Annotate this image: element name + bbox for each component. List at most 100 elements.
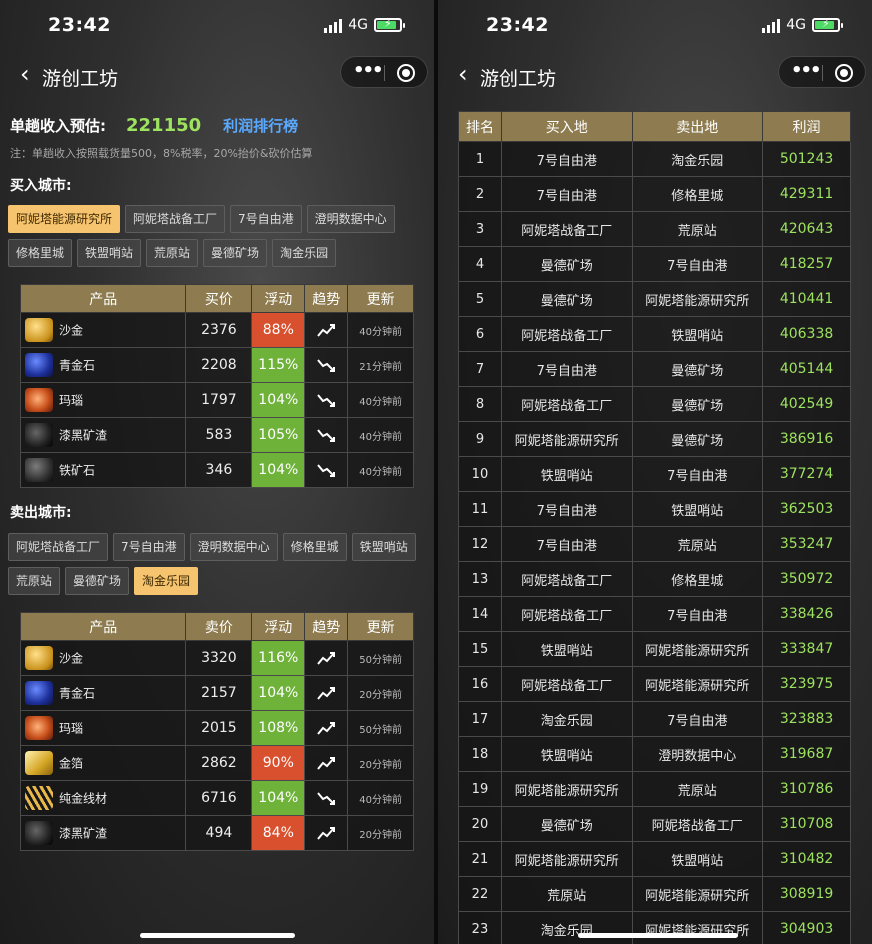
table-row[interactable]: 12 7号自由港 荒原站 353247 [458,526,851,562]
table-row[interactable]: 8 阿妮塔战备工厂 曼德矿场 402549 [458,386,851,422]
product-cell: 漆黑矿渣 [19,815,187,851]
iron-ore-icon [25,458,53,482]
home-indicator[interactable] [578,933,738,938]
nav-bar-right: ‹ 游创工坊 ••• [438,56,872,100]
sell-column-header: 产品 [19,612,187,641]
sell-location-cell: 淘金乐园 [631,141,764,177]
sell-city-chip[interactable]: 澄明数据中心 [189,533,278,561]
sell-column-header: 卖价 [185,612,253,641]
price-cell: 2862 [185,745,253,781]
float-cell: 90% [251,745,306,781]
table-row[interactable]: 21 阿妮塔能源研究所 铁盟哨站 310482 [458,841,851,877]
buy-location-cell: 淘金乐园 [500,911,633,944]
more-dots-icon[interactable]: ••• [353,60,383,81]
table-row[interactable]: 5 曼德矿场 阿妮塔能源研究所 410441 [458,281,851,317]
gold-leaf-icon [25,751,53,775]
float-cell: 104% [251,675,306,711]
table-row[interactable]: 20 曼德矿场 阿妮塔战备工厂 310708 [458,806,851,842]
buy-city-chip[interactable]: 淘金乐园 [272,239,337,267]
sell-city-chip[interactable]: 7号自由港 [113,533,185,561]
sell-city-chip[interactable]: 荒原站 [8,567,61,595]
product-name: 青金石 [59,358,96,373]
product-cell: 玛瑙 [19,382,187,418]
sell-location-cell: 阿妮塔战备工厂 [631,806,764,842]
buy-city-chip[interactable]: 澄明数据中心 [306,205,395,233]
table-row[interactable]: 15 铁盟哨站 阿妮塔能源研究所 333847 [458,631,851,667]
table-row[interactable]: 14 阿妮塔战备工厂 7号自由港 338426 [458,596,851,632]
trend-down-icon [305,355,347,375]
buy-city-chips: 阿妮塔能源研究所 阿妮塔战备工厂 7号自由港 澄明数据中心修格里城 铁盟哨站 荒原站 曼德矿… [8,205,428,267]
trend-up-icon [305,683,347,703]
sell-city-chip[interactable]: 修格里城 [282,533,347,561]
back-chevron-icon-right[interactable]: ‹ [458,60,468,88]
buy-location-cell: 曼德矿场 [500,246,633,282]
rank-cell: 8 [458,386,502,422]
status-bar: 23:42 4G ⚡ [0,0,434,52]
buy-location-cell: 铁盟哨站 [500,631,633,667]
sell-location-cell: 铁盟哨站 [631,316,764,352]
close-target-icon[interactable] [397,64,415,82]
back-chevron-icon[interactable]: ‹ [20,60,30,88]
trend-cell [304,745,349,781]
home-indicator-left[interactable] [140,933,295,938]
product-name: 漆黑矿渣 [59,428,108,443]
profit-ranking-link[interactable]: 利润排行榜 [223,115,298,136]
product-name: 沙金 [59,323,84,338]
profit-cell: 362503 [762,491,851,527]
buy-column-header: 浮动 [251,284,306,313]
profit-cell: 323883 [762,701,851,737]
table-row[interactable]: 7 7号自由港 曼德矿场 405144 [458,351,851,387]
close-target-icon-right[interactable] [835,64,853,82]
sell-city-chip[interactable]: 铁盟哨站 [351,533,416,561]
table-row[interactable]: 13 阿妮塔战备工厂 修格里城 350972 [458,561,851,597]
profit-cell: 402549 [762,386,851,422]
table-row[interactable]: 22 荒原站 阿妮塔能源研究所 308919 [458,876,851,912]
table-row[interactable]: 10 铁盟哨站 7号自由港 377274 [458,456,851,492]
table-row[interactable]: 4 曼德矿场 7号自由港 418257 [458,246,851,282]
table-row[interactable]: 16 阿妮塔战备工厂 阿妮塔能源研究所 323975 [458,666,851,702]
price-cell: 346 [185,452,253,488]
product-name: 纯金线材 [59,791,108,806]
more-dots-icon-right[interactable]: ••• [791,60,821,81]
table-row[interactable]: 2 7号自由港 修格里城 429311 [458,176,851,212]
ranking-column-header: 排名 [458,111,502,142]
table-row[interactable]: 11 7号自由港 铁盟哨站 362503 [458,491,851,527]
buy-city-chip[interactable]: 7号自由港 [230,205,302,233]
buy-location-cell: 7号自由港 [500,491,633,527]
sell-city-chip[interactable]: 淘金乐园 [134,567,199,595]
trend-cell [304,452,349,488]
table-row: 沙金 2376 88% 40分钟前 [19,312,414,348]
black-slag-icon [25,821,53,845]
mini-program-capsule: ••• [340,56,428,88]
buy-city-chip[interactable]: 荒原站 [146,239,199,267]
table-row[interactable]: 18 铁盟哨站 澄明数据中心 319687 [458,736,851,772]
sell-city-chip[interactable]: 曼德矿场 [65,567,130,595]
trend-cell [304,382,349,418]
buy-city-chip[interactable]: 修格里城 [8,239,73,267]
table-row[interactable]: 1 7号自由港 淘金乐园 501243 [458,141,851,177]
table-row[interactable]: 19 阿妮塔能源研究所 荒原站 310786 [458,771,851,807]
trend-down-icon [305,788,347,808]
gold-sand-icon [25,646,53,670]
table-row[interactable]: 6 阿妮塔战备工厂 铁盟哨站 406338 [458,316,851,352]
buy-city-chip[interactable]: 阿妮塔能源研究所 [8,205,121,233]
table-row[interactable]: 23 淘金乐园 阿妮塔能源研究所 304903 [458,911,851,944]
table-row: 铁矿石 346 104% 40分钟前 [19,452,414,488]
buy-price-table: 产品 买价 浮动 趋势 更新 沙金 2376 88% 40分钟前 青金石 2208 115% 21分钟… [19,284,414,488]
table-row[interactable]: 3 阿妮塔战备工厂 荒原站 420643 [458,211,851,247]
profit-cell: 333847 [762,631,851,667]
buy-city-chip[interactable]: 曼德矿场 [203,239,268,267]
price-cell: 1797 [185,382,253,418]
income-estimate: 单趟收入预估: 221150 利润排行榜 [10,115,298,136]
product-cell: 铁矿石 [19,452,187,488]
buy-city-chip[interactable]: 铁盟哨站 [77,239,142,267]
buy-location-cell: 淘金乐园 [500,701,633,737]
table-row[interactable]: 17 淘金乐园 7号自由港 323883 [458,701,851,737]
buy-location-cell: 阿妮塔能源研究所 [500,841,633,877]
table-row[interactable]: 9 阿妮塔能源研究所 曼德矿场 386916 [458,421,851,457]
trend-cell [304,780,349,816]
buy-location-cell: 曼德矿场 [500,806,633,842]
rank-cell: 23 [458,911,502,944]
sell-city-chip[interactable]: 阿妮塔战备工厂 [8,533,109,561]
buy-city-chip[interactable]: 阿妮塔战备工厂 [125,205,226,233]
